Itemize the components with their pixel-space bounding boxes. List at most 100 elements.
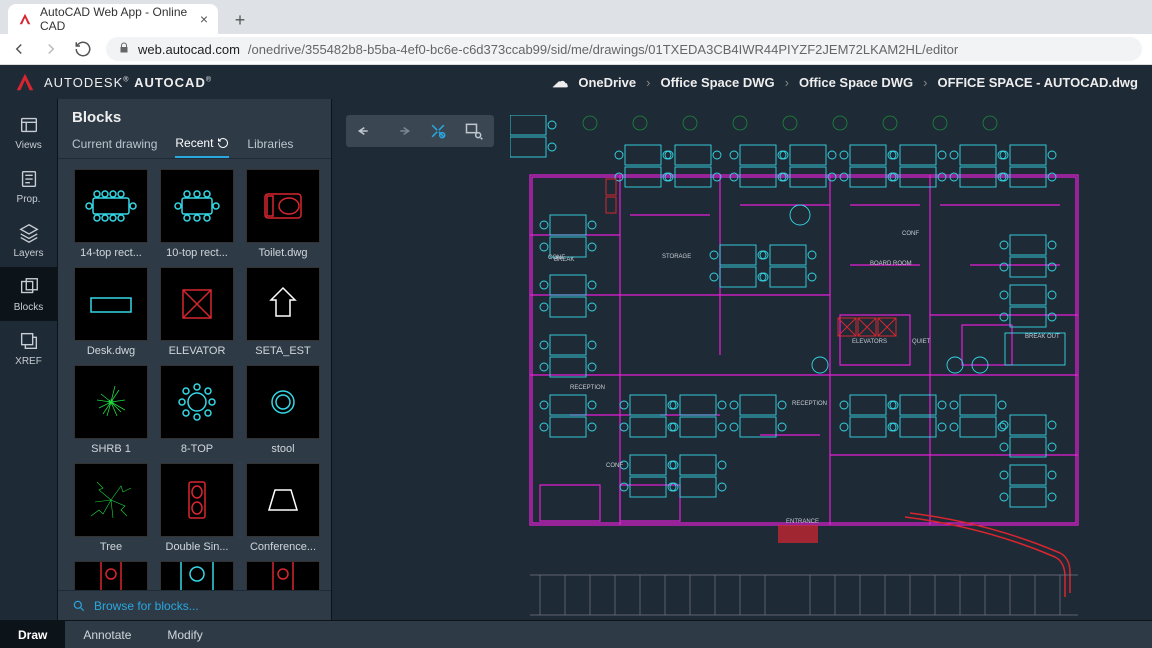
block-label: ELEVATOR [158,345,236,357]
canvas[interactable]: STORAGE BREAK BOARD ROOM CONF RECEPTION … [332,99,1152,620]
block-label: 8-TOP [158,443,236,455]
chevron-right-icon: › [646,75,650,90]
block-item[interactable]: 10-top rect... [158,169,236,259]
search-icon [72,599,86,613]
new-tab-button[interactable]: + [226,6,254,34]
forward-button[interactable] [42,40,60,58]
close-icon[interactable]: × [200,11,208,27]
app-topbar: AUTODESK® AUTOCAD® ☁ OneDrive › Office S… [0,65,1152,99]
canvas-toolbar [346,115,494,147]
lock-icon [118,42,130,57]
svg-text:CONF: CONF [548,255,565,261]
svg-text:ELEVATORS: ELEVATORS [852,339,887,345]
undo-button[interactable] [356,121,376,141]
back-button[interactable] [10,40,28,58]
reload-button[interactable] [74,40,92,58]
refresh-icon [217,137,229,149]
breadcrumb-item[interactable]: Office Space DWG [660,75,774,90]
block-thumbnail [246,365,320,439]
svg-text:STORAGE: STORAGE [662,254,691,260]
browser-tab[interactable]: AutoCAD Web App - Online CAD × [8,4,218,34]
left-rail: Views Prop. Layers Blocks XREF [0,99,58,620]
tab-annotate[interactable]: Annotate [65,621,149,648]
bottom-tabs: Draw Annotate Modify [0,620,1152,648]
block-item[interactable]: 8-TOP [158,365,236,455]
block-item[interactable]: stool [244,365,322,455]
block-label: Double Sin... [158,541,236,553]
block-label: Conference... [244,541,322,553]
breadcrumb-item[interactable]: Office Space DWG [799,75,913,90]
autodesk-logo[interactable]: AUTODESK® AUTOCAD® [14,71,212,93]
block-thumbnail [160,463,234,537]
rail-layers[interactable]: Layers [0,213,57,267]
zoom-extents-button[interactable] [428,121,448,141]
block-label: SHRB 1 [72,443,150,455]
block-thumbnail [246,561,320,590]
block-item[interactable]: Conference... [244,463,322,553]
tab-libraries[interactable]: Libraries [247,130,293,158]
drawing-viewport[interactable]: STORAGE BREAK BOARD ROOM CONF RECEPTION … [332,99,1152,620]
blocks-panel: Blocks Current drawing Recent Libraries … [58,99,332,620]
browse-blocks[interactable]: Browse for blocks... [58,590,331,620]
block-grid[interactable]: 14-top rect... 10-top rect... Toilet.dwg De… [58,159,331,590]
svg-text:CONF: CONF [902,231,919,237]
block-label: 14-top rect... [72,247,150,259]
svg-text:BREAK OUT: BREAK OUT [1025,334,1060,340]
svg-text:CONF: CONF [606,463,623,469]
svg-text:QUIET: QUIET [912,339,931,345]
block-thumbnail [160,561,234,590]
zoom-window-button[interactable] [464,121,484,141]
block-item[interactable] [72,561,150,590]
block-label: 10-top rect... [158,247,236,259]
brand-text: AUTODESK® AUTOCAD® [44,75,212,90]
chevron-right-icon: › [785,75,789,90]
block-thumbnail [160,365,234,439]
rail-xref[interactable]: XREF [0,321,57,375]
block-label: stool [244,443,322,455]
block-thumbnail [74,169,148,243]
block-item[interactable]: SETA_EST [244,267,322,357]
svg-text:ENTRANCE: ENTRANCE [786,519,819,525]
tab-modify[interactable]: Modify [149,621,220,648]
block-item[interactable]: Desk.dwg [72,267,150,357]
rail-properties[interactable]: Prop. [0,159,57,213]
url-path: /onedrive/355482b8-b5ba-4ef0-bc6e-c6d373… [248,42,958,57]
block-thumbnail [246,267,320,341]
block-item[interactable]: ELEVATOR [158,267,236,357]
block-item[interactable]: Tree [72,463,150,553]
tab-current-drawing[interactable]: Current drawing [72,130,157,158]
block-thumbnail [74,561,148,590]
block-label: SETA_EST [244,345,322,357]
rail-views[interactable]: Views [0,105,57,159]
browser-toolbar: web.autocad.com/onedrive/355482b8-b5ba-4… [0,34,1152,65]
block-item[interactable]: Toilet.dwg [244,169,322,259]
block-thumbnail [74,463,148,537]
url-domain: web.autocad.com [138,42,240,57]
panel-title: Blocks [58,99,331,130]
tab-title: AutoCAD Web App - Online CAD [40,5,192,33]
rail-blocks[interactable]: Blocks [0,267,57,321]
block-label: Tree [72,541,150,553]
browser-tab-strip: AutoCAD Web App - Online CAD × + [0,0,1152,34]
block-item[interactable]: 14-top rect... [72,169,150,259]
app-window: AUTODESK® AUTOCAD® ☁ OneDrive › Office S… [0,65,1152,648]
breadcrumb-item[interactable]: OFFICE SPACE - AUTOCAD.dwg [937,75,1138,90]
panel-tabs: Current drawing Recent Libraries [58,130,331,159]
block-thumbnail [246,463,320,537]
block-item[interactable] [244,561,322,590]
address-bar[interactable]: web.autocad.com/onedrive/355482b8-b5ba-4… [106,37,1142,61]
block-label: Toilet.dwg [244,247,322,259]
breadcrumb: ☁ OneDrive › Office Space DWG › Office S… [552,72,1138,92]
block-thumbnail [246,169,320,243]
breadcrumb-item[interactable]: OneDrive [578,75,636,90]
block-thumbnail [160,169,234,243]
block-item[interactable]: SHRB 1 [72,365,150,455]
tab-draw[interactable]: Draw [0,621,65,648]
block-item[interactable] [158,561,236,590]
block-thumbnail [160,267,234,341]
block-item[interactable]: Double Sin... [158,463,236,553]
svg-text:RECEPTION: RECEPTION [792,401,827,407]
tab-recent[interactable]: Recent [175,130,229,158]
redo-button[interactable] [392,121,412,141]
main-area: Views Prop. Layers Blocks XREF Blocks Cu… [0,99,1152,620]
